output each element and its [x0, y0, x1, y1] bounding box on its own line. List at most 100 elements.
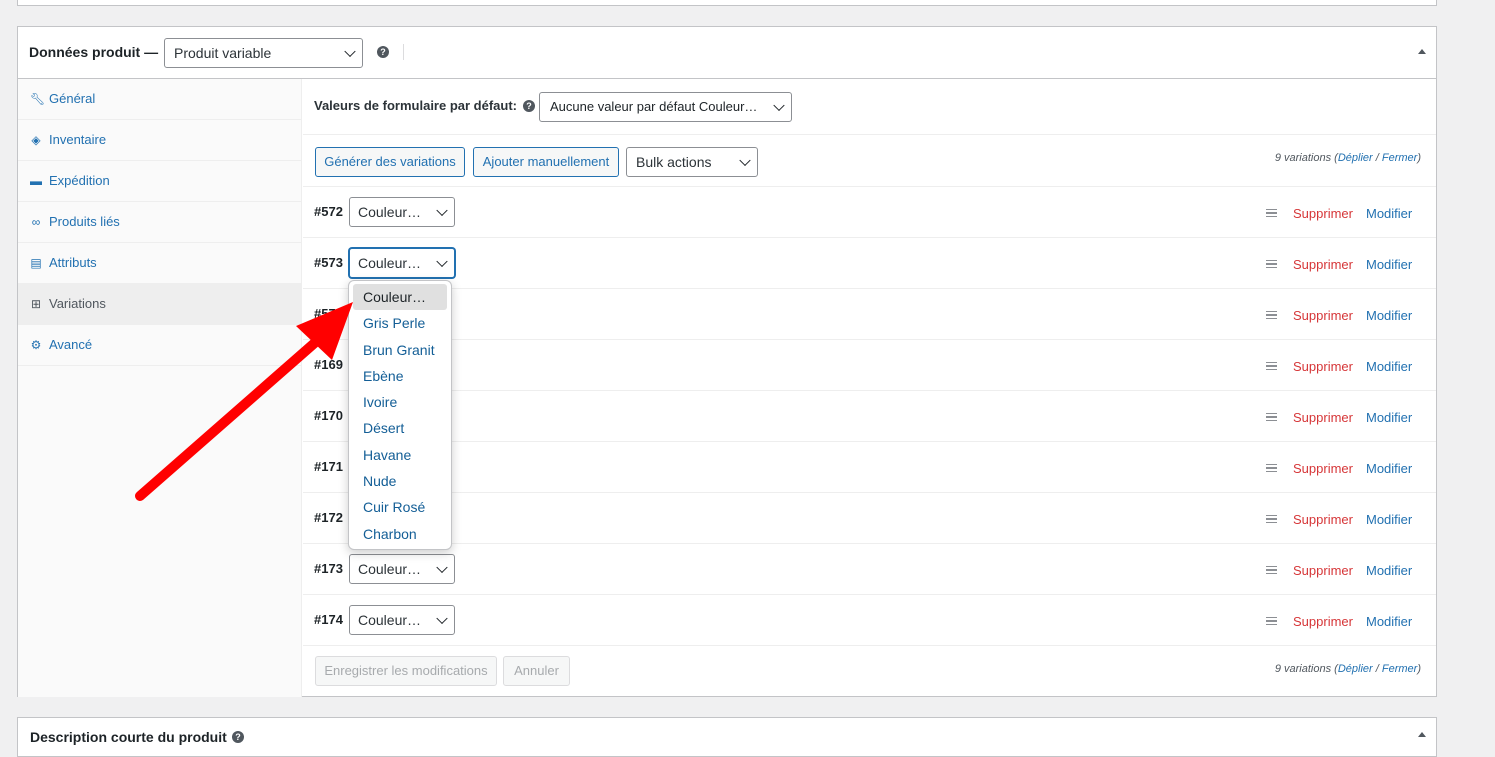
tab-advanced[interactable]: ⚙ Avancé [18, 325, 301, 366]
drag-handle-icon[interactable] [1266, 362, 1277, 370]
delete-link[interactable]: Supprimer [1293, 614, 1353, 629]
variation-color-value: Couleur… [358, 561, 422, 577]
dropdown-option[interactable]: Gris Perle [353, 310, 447, 336]
edit-link[interactable]: Modifier [1366, 461, 1412, 476]
product-type-value: Produit variable [174, 45, 272, 61]
bulk-actions-select[interactable]: Bulk actions [626, 147, 758, 177]
save-changes-button[interactable]: Enregistrer les modifications [315, 656, 497, 686]
drag-handle-icon[interactable] [1266, 464, 1277, 472]
variations-panel: Valeurs de formulaire par défaut: ? Aucu… [303, 79, 1436, 697]
variation-id: #169 [314, 357, 343, 372]
expand-link[interactable]: Déplier [1338, 152, 1373, 164]
collapse-toggle-icon[interactable] [1418, 49, 1426, 54]
variation-id: #172 [314, 510, 343, 525]
default-values-row: Valeurs de formulaire par défaut: ? Aucu… [303, 79, 1436, 135]
variation-color-select[interactable]: Couleur… [349, 554, 455, 584]
drag-handle-icon[interactable] [1266, 566, 1277, 574]
edit-link[interactable]: Modifier [1366, 410, 1412, 425]
variations-count: 9 variations (Déplier / Fermer) [1274, 152, 1421, 164]
close-link[interactable]: Fermer [1382, 663, 1417, 675]
drag-handle-icon[interactable] [1266, 515, 1277, 523]
variation-row[interactable]: #572 Couleur… Supprimer Modifier [303, 187, 1436, 238]
dropdown-option[interactable]: Havane [353, 442, 447, 468]
variation-row[interactable]: #57 Supprimer Modifier [303, 289, 1436, 340]
dropdown-option[interactable]: Cuir Rosé [353, 494, 447, 520]
tab-label: Général [49, 91, 96, 106]
dropdown-option[interactable]: Couleur… [353, 284, 447, 311]
dropdown-option[interactable]: Ebène [353, 363, 447, 389]
dropdown-option[interactable]: Brun Granit [353, 337, 447, 363]
edit-link[interactable]: Modifier [1366, 257, 1412, 272]
tab-label: Expédition [49, 173, 110, 188]
variations-count-footer: 9 variations (Déplier / Fermer) [1274, 663, 1421, 675]
panel-title: Données produit — [29, 44, 159, 60]
chevron-down-icon [436, 561, 448, 574]
variation-color-select[interactable]: Couleur… [349, 248, 455, 278]
help-icon[interactable]: ? [377, 46, 389, 58]
collapse-toggle-icon[interactable] [1418, 732, 1426, 737]
edit-link[interactable]: Modifier [1366, 614, 1412, 629]
help-icon[interactable]: ? [523, 100, 535, 112]
dropdown-option[interactable]: Nude [353, 468, 447, 494]
delete-link[interactable]: Supprimer [1293, 410, 1353, 425]
drag-handle-icon[interactable] [1266, 413, 1277, 421]
dropdown-option[interactable]: Charbon [353, 521, 447, 547]
dropdown-option[interactable]: Ivoire [353, 389, 447, 415]
edit-link[interactable]: Modifier [1366, 512, 1412, 527]
tab-general[interactable]: 🔧︎ Général [18, 79, 301, 120]
product-data-panel: Données produit — Produit variable ? 🔧︎ G… [17, 26, 1437, 697]
edit-link[interactable]: Modifier [1366, 563, 1412, 578]
edit-link[interactable]: Modifier [1366, 308, 1412, 323]
variation-row[interactable]: #169 Supprimer Modifier [303, 340, 1436, 391]
variation-id: #171 [314, 459, 343, 474]
help-icon[interactable]: ? [232, 731, 244, 743]
add-manually-button[interactable]: Ajouter manuellement [473, 147, 619, 177]
short-description-panel: Description courte du produit ? [17, 717, 1437, 757]
cancel-button[interactable]: Annuler [503, 656, 570, 686]
variation-id: #57 [314, 306, 336, 321]
variation-row[interactable]: #174 Couleur… Supprimer Modifier [303, 595, 1436, 646]
color-dropdown-list: Couleur… Gris Perle Brun Granit Ebène Ivoire… [348, 280, 452, 550]
drag-handle-icon[interactable] [1266, 260, 1277, 268]
variation-id: #572 [314, 204, 343, 219]
tab-shipping[interactable]: ▬ Expédition [18, 161, 301, 202]
variation-row[interactable]: #172 Supprimer Modifier [303, 493, 1436, 544]
dropdown-option[interactable]: Désert [353, 415, 447, 441]
variation-id: #573 [314, 255, 343, 270]
drag-handle-icon[interactable] [1266, 617, 1277, 625]
variation-row[interactable]: #573 Couleur… Supprimer Modifier [303, 238, 1436, 289]
delete-link[interactable]: Supprimer [1293, 308, 1353, 323]
delete-link[interactable]: Supprimer [1293, 257, 1353, 272]
variation-row[interactable]: #171 Supprimer Modifier [303, 442, 1436, 493]
delete-link[interactable]: Supprimer [1293, 512, 1353, 527]
variation-color-select[interactable]: Couleur… [349, 197, 455, 227]
grid-icon: ⊞ [30, 297, 42, 311]
previous-panel-edge [17, 0, 1437, 6]
close-link[interactable]: Fermer [1382, 152, 1417, 164]
default-color-select[interactable]: Aucune valeur par défaut Couleur… [539, 92, 792, 122]
tab-label: Produits liés [49, 214, 120, 229]
drag-handle-icon[interactable] [1266, 209, 1277, 217]
drag-handle-icon[interactable] [1266, 311, 1277, 319]
delete-link[interactable]: Supprimer [1293, 359, 1353, 374]
product-type-select[interactable]: Produit variable [164, 38, 363, 68]
variation-row[interactable]: #173 Couleur… Supprimer Modifier [303, 544, 1436, 595]
delete-link[interactable]: Supprimer [1293, 206, 1353, 221]
tab-inventory[interactable]: ◈ Inventaire [18, 120, 301, 161]
delete-link[interactable]: Supprimer [1293, 563, 1353, 578]
generate-variations-button[interactable]: Générer des variations [315, 147, 465, 177]
tab-attributes[interactable]: ▤ Attributs [18, 243, 301, 284]
edit-link[interactable]: Modifier [1366, 206, 1412, 221]
expand-link[interactable]: Déplier [1338, 663, 1373, 675]
variations-footer: Enregistrer les modifications Annuler 9 … [303, 646, 1436, 697]
variations-toolbar: Générer des variations Ajouter manuellem… [303, 135, 1436, 187]
edit-link[interactable]: Modifier [1366, 359, 1412, 374]
tab-variations[interactable]: ⊞ Variations [18, 284, 301, 325]
panel-header: Données produit — Produit variable ? [18, 27, 1436, 79]
chevron-down-icon [436, 255, 448, 268]
tab-linked-products[interactable]: ∞ Produits liés [18, 202, 301, 243]
variation-row[interactable]: #170 Supprimer Modifier [303, 391, 1436, 442]
variation-color-select[interactable]: Couleur… [349, 605, 455, 635]
delete-link[interactable]: Supprimer [1293, 461, 1353, 476]
chevron-down-icon [773, 99, 785, 112]
